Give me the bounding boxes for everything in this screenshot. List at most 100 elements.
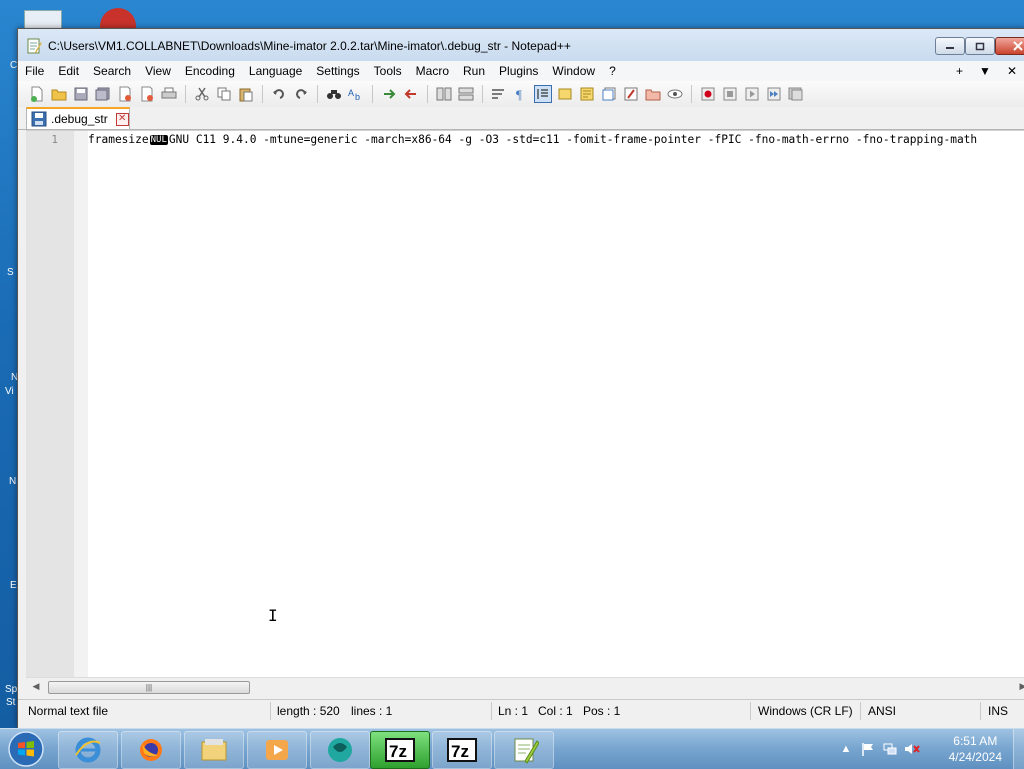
copy-icon[interactable] — [215, 85, 233, 103]
function-list-icon[interactable] — [622, 85, 640, 103]
menu-plugins[interactable]: Plugins — [492, 61, 545, 81]
scroll-right-icon[interactable]: ▶ — [1015, 678, 1024, 695]
taskbar-7zip-1[interactable]: 7z — [370, 731, 430, 769]
system-tray: ▲ 6:51 AM 4/24/2024 — [834, 729, 1024, 769]
show-desktop-button[interactable] — [1013, 729, 1024, 769]
taskbar-7zip-2[interactable]: 7z — [432, 731, 492, 769]
cut-icon[interactable] — [193, 85, 211, 103]
menu-language[interactable]: Language — [242, 61, 309, 81]
maximize-button[interactable] — [965, 37, 995, 55]
monitoring-icon[interactable] — [666, 85, 684, 103]
open-file-icon[interactable] — [50, 85, 68, 103]
tab-label: .debug_str — [51, 112, 108, 126]
status-divider — [860, 702, 861, 720]
paste-icon[interactable] — [237, 85, 255, 103]
title-bar[interactable]: C:\Users\VM1.COLLABNET\Downloads\Mine-im… — [18, 29, 1024, 61]
macro-save-icon[interactable] — [787, 85, 805, 103]
document-list-icon[interactable] — [600, 85, 618, 103]
close-all-icon[interactable] — [138, 85, 156, 103]
menu-run[interactable]: Run — [456, 61, 492, 81]
tab-debug-str[interactable]: .debug_str ✕ — [26, 107, 130, 129]
desktop-label-fragment: N — [9, 476, 17, 487]
save-icon[interactable] — [72, 85, 90, 103]
scroll-left-icon[interactable]: ◀ — [28, 678, 44, 695]
show-hidden-icons-icon[interactable]: ▲ — [838, 741, 854, 757]
menu-window[interactable]: Window — [545, 61, 602, 81]
desktop-icon-shortcut[interactable] — [24, 10, 62, 30]
undo-icon[interactable] — [270, 85, 288, 103]
window-title: C:\Users\VM1.COLLABNET\Downloads\Mine-im… — [48, 39, 571, 53]
macro-run-multiple-icon[interactable] — [765, 85, 783, 103]
minimize-button[interactable] — [935, 37, 965, 55]
scrollbar-thumb[interactable]: ||| — [48, 681, 250, 694]
menu-search[interactable]: Search — [86, 61, 138, 81]
taskbar-file-explorer[interactable] — [184, 731, 244, 769]
close-button[interactable] — [995, 37, 1024, 55]
code-line[interactable]: framesize NUL GNU C11 9.4.0 -mtune=generic… — [88, 132, 1024, 148]
media-player-icon — [266, 740, 288, 760]
new-tab-button[interactable]: + — [948, 64, 971, 78]
start-button[interactable] — [4, 731, 48, 767]
text-cursor-icon: I — [268, 606, 278, 625]
tab-list-button[interactable]: ▼ — [971, 64, 999, 78]
status-file-type: Normal text file — [28, 704, 109, 718]
desktop-icon-red[interactable] — [100, 8, 136, 28]
zoom-out-icon[interactable] — [402, 85, 420, 103]
macro-play-icon[interactable] — [743, 85, 761, 103]
desktop-label-fragment: Vi — [5, 386, 14, 397]
close-document-button[interactable]: ✕ — [999, 64, 1024, 78]
status-col: Col : 1 — [538, 704, 573, 718]
menu-right-controls: + ▼ ✕ — [948, 61, 1024, 81]
taskbar-notepad-plus-plus[interactable] — [494, 731, 554, 769]
word-wrap-icon[interactable] — [490, 85, 508, 103]
svg-text:b: b — [355, 92, 360, 101]
toolbar-separator — [482, 85, 483, 103]
redo-icon[interactable] — [292, 85, 310, 103]
close-file-icon[interactable] — [116, 85, 134, 103]
network-icon[interactable] — [882, 741, 898, 757]
new-file-icon[interactable] — [28, 85, 46, 103]
menu-edit[interactable]: Edit — [51, 61, 86, 81]
print-icon[interactable] — [160, 85, 178, 103]
toolbar-separator — [691, 85, 692, 103]
indent-guide-icon[interactable] — [534, 85, 552, 103]
find-icon[interactable] — [325, 85, 343, 103]
fold-margin[interactable] — [74, 131, 88, 678]
status-length: length : 520 — [277, 704, 340, 718]
save-all-icon[interactable] — [94, 85, 112, 103]
svg-text:7z: 7z — [451, 742, 469, 761]
notepad-icon — [26, 38, 42, 54]
taskbar-internet-explorer[interactable] — [58, 731, 118, 769]
status-divider — [750, 702, 751, 720]
action-center-flag-icon[interactable] — [860, 741, 876, 757]
taskbar-app-teal[interactable] — [310, 731, 370, 769]
menu-macro[interactable]: Macro — [409, 61, 456, 81]
menu-file[interactable]: File — [18, 61, 51, 81]
editor-area[interactable]: 1 framesize NUL GNU C11 9.4.0 -mtune=gener… — [26, 130, 1024, 678]
sync-vertical-icon[interactable] — [435, 85, 453, 103]
zoom-in-icon[interactable] — [380, 85, 398, 103]
macro-stop-icon[interactable] — [721, 85, 739, 103]
replace-icon[interactable]: Ab — [347, 85, 365, 103]
show-all-characters-icon[interactable]: ¶ — [512, 85, 530, 103]
folder-icon — [201, 739, 227, 761]
menu-tools[interactable]: Tools — [367, 61, 409, 81]
menu-help[interactable]: ? — [602, 61, 623, 81]
status-insert-mode: INS — [988, 704, 1009, 718]
menu-settings[interactable]: Settings — [309, 61, 366, 81]
7zip-icon: 7z — [385, 738, 415, 762]
taskbar-media-player[interactable] — [247, 731, 307, 769]
document-map-icon[interactable] — [578, 85, 596, 103]
internet-explorer-icon — [75, 737, 101, 763]
tab-close-icon[interactable]: ✕ — [115, 112, 129, 126]
menu-view[interactable]: View — [138, 61, 178, 81]
user-defined-language-icon[interactable] — [556, 85, 574, 103]
taskbar-firefox[interactable] — [121, 731, 181, 769]
macro-record-icon[interactable] — [699, 85, 717, 103]
sync-horizontal-icon[interactable] — [457, 85, 475, 103]
horizontal-scrollbar[interactable]: ◀ ||| ▶ — [26, 677, 1024, 695]
menu-encoding[interactable]: Encoding — [178, 61, 242, 81]
volume-muted-icon[interactable] — [904, 741, 920, 757]
folder-workspace-icon[interactable] — [644, 85, 662, 103]
clock[interactable]: 6:51 AM 4/24/2024 — [949, 733, 1002, 765]
